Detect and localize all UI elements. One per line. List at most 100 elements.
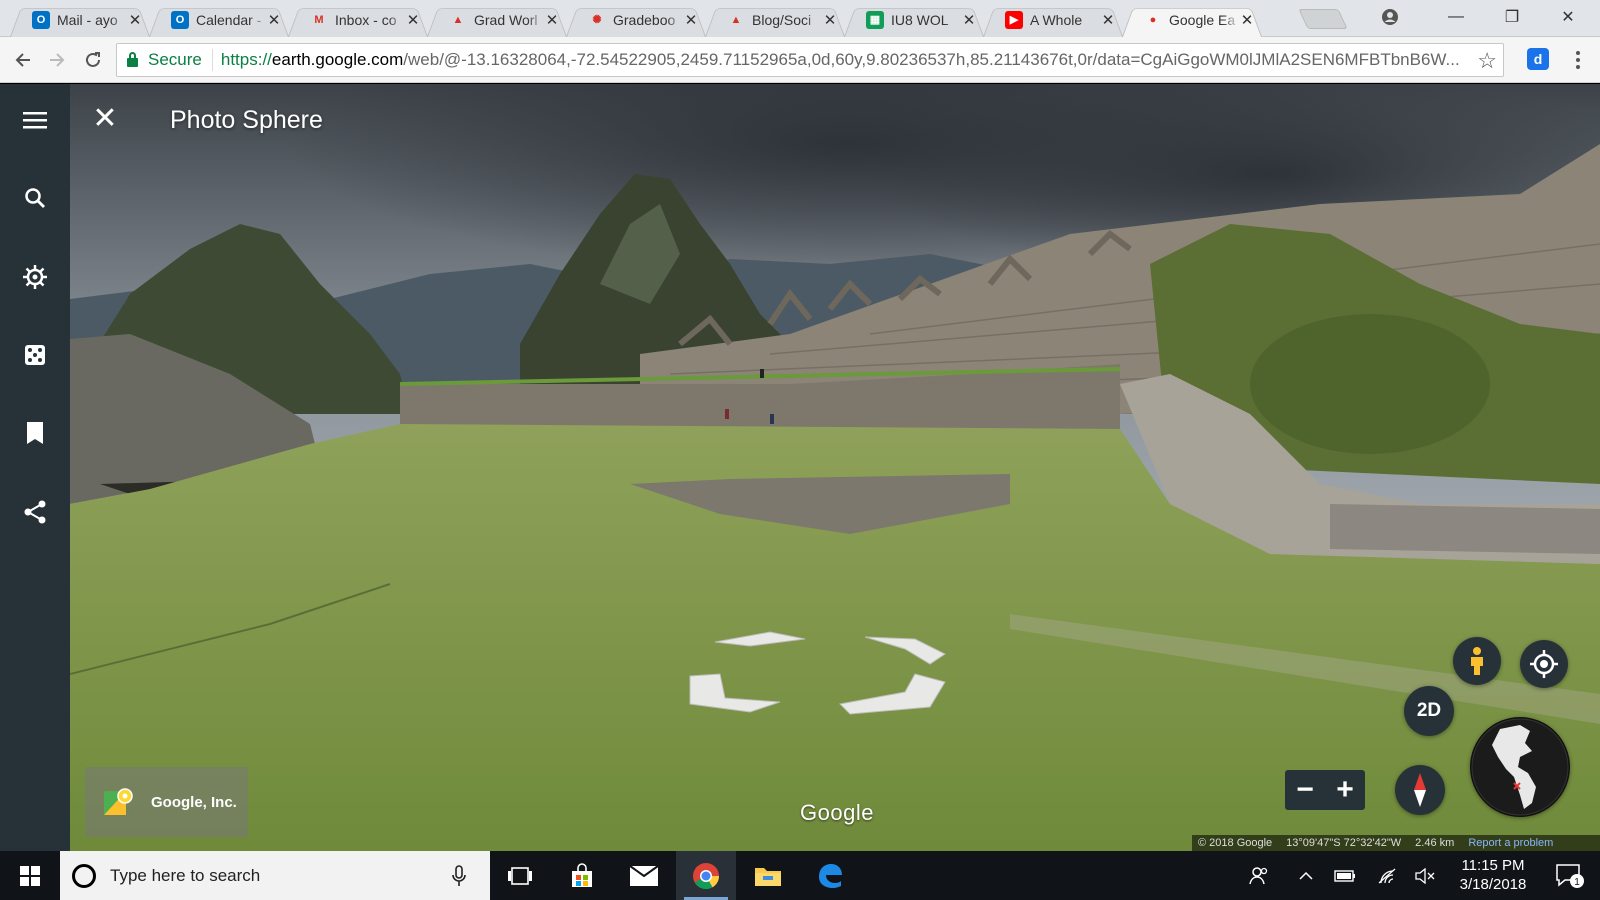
tab-favicon-icon: ▲ bbox=[452, 13, 464, 26]
tab-favicon-icon: ● bbox=[1149, 13, 1157, 26]
tab-title: Google Ea bbox=[1169, 11, 1236, 28]
close-window-button[interactable]: ✕ bbox=[1540, 0, 1596, 34]
wifi-icon[interactable] bbox=[1374, 851, 1400, 900]
earth-status-bar: © 2018 Google 13°09'47"S 72°32'42"W 2.46… bbox=[1192, 835, 1600, 851]
bookmark-star-icon[interactable]: ☆ bbox=[1477, 48, 1497, 74]
forward-button[interactable] bbox=[42, 45, 72, 75]
tab-close-icon[interactable]: ✕ bbox=[684, 11, 698, 29]
taskbar-search-box[interactable]: Type here to search bbox=[60, 851, 490, 900]
bookmark-icon[interactable] bbox=[17, 415, 53, 451]
feeling-lucky-dice-icon[interactable] bbox=[17, 337, 53, 373]
file-explorer-icon[interactable] bbox=[738, 851, 798, 900]
pegman-street-view-icon[interactable] bbox=[1453, 637, 1501, 685]
search-icon[interactable] bbox=[17, 180, 53, 216]
tab-close-icon[interactable]: ✕ bbox=[128, 11, 142, 29]
toggle-2d-button[interactable]: 2D bbox=[1404, 686, 1454, 736]
back-button[interactable] bbox=[8, 45, 38, 75]
earth-sidebar bbox=[0, 84, 70, 851]
close-photo-sphere-button[interactable]: ✕ bbox=[90, 104, 120, 134]
zoom-out-button[interactable]: − bbox=[1285, 770, 1325, 810]
tab-title: Calendar - bbox=[196, 11, 262, 28]
tab-favicon-icon: ▦ bbox=[866, 10, 884, 29]
my-location-icon[interactable] bbox=[1520, 640, 1568, 688]
copyright-text: © 2018 Google bbox=[1198, 837, 1273, 849]
compass-icon[interactable] bbox=[1395, 765, 1445, 815]
reload-button[interactable] bbox=[78, 45, 108, 75]
google-maps-contributor-icon bbox=[104, 788, 133, 815]
battery-icon[interactable] bbox=[1332, 851, 1358, 900]
url-text: https://earth.google.com/web/@-13.163280… bbox=[220, 50, 1460, 69]
browser-tab[interactable]: O Mail - ayo ✕ bbox=[10, 2, 150, 37]
tab-title: Inbox - co bbox=[335, 11, 397, 28]
photo-attribution[interactable]: Google, Inc. bbox=[85, 767, 248, 837]
browser-tab[interactable]: ✺ Gradeboo ✕ bbox=[566, 2, 706, 37]
attribution-text: Google, Inc. bbox=[151, 793, 237, 811]
people-icon[interactable] bbox=[1244, 851, 1274, 900]
tab-title: Blog/Soci bbox=[752, 11, 812, 28]
tab-favicon-icon: O bbox=[171, 10, 189, 29]
tab-close-icon[interactable]: ✕ bbox=[267, 11, 281, 29]
clock-date: 3/18/2018 bbox=[1459, 876, 1527, 893]
microphone-icon[interactable] bbox=[452, 865, 466, 887]
report-problem-link[interactable]: Report a problem bbox=[1468, 837, 1553, 849]
browser-tab[interactable]: M Inbox - co ✕ bbox=[288, 2, 428, 37]
tab-close-icon[interactable]: ✕ bbox=[1101, 11, 1115, 29]
microsoft-store-icon[interactable] bbox=[552, 851, 612, 900]
tab-close-icon[interactable]: ✕ bbox=[545, 11, 559, 29]
restore-window-button[interactable]: ❐ bbox=[1484, 0, 1540, 34]
windows-start-icon[interactable] bbox=[0, 851, 60, 900]
address-bar[interactable]: Secure https://earth.google.com/web/@-13… bbox=[116, 43, 1504, 77]
voyager-icon[interactable] bbox=[17, 259, 53, 295]
browser-tab[interactable]: ● Google Ea ✕ bbox=[1122, 2, 1262, 37]
tab-title: Mail - ayo bbox=[57, 11, 118, 28]
photo-sphere-scene[interactable] bbox=[70, 84, 1600, 851]
scale-text: 2.46 km bbox=[1415, 837, 1455, 849]
browser-tab[interactable]: ▲ Grad Worl ✕ bbox=[427, 2, 567, 37]
lock-icon bbox=[127, 51, 138, 67]
tab-title: A Whole bbox=[1030, 11, 1083, 28]
secure-indicator[interactable]: Secure bbox=[117, 49, 213, 71]
action-center-icon[interactable]: 1 bbox=[1550, 851, 1590, 900]
zoom-controls: − + bbox=[1285, 770, 1365, 810]
tab-close-icon[interactable]: ✕ bbox=[823, 11, 837, 29]
globe-minimap[interactable] bbox=[1470, 717, 1570, 817]
minimize-window-button[interactable]: — bbox=[1428, 0, 1484, 34]
tab-title: Gradeboo bbox=[613, 11, 676, 28]
taskbar-clock[interactable]: 11:15 PM 3/18/2018 bbox=[1443, 856, 1543, 894]
zoom-in-button[interactable]: + bbox=[1325, 770, 1365, 810]
show-hidden-icons-chevron-icon[interactable] bbox=[1294, 851, 1318, 900]
tab-close-icon[interactable]: ✕ bbox=[1240, 11, 1254, 29]
photo-sphere-title: Photo Sphere bbox=[170, 106, 323, 134]
search-placeholder: Type here to search bbox=[110, 865, 261, 885]
hamburger-menu-icon[interactable] bbox=[17, 102, 53, 138]
secure-label: Secure bbox=[148, 50, 202, 69]
cortana-icon bbox=[72, 863, 96, 888]
coordinates-text: 13°09'47"S 72°32'42"W bbox=[1286, 837, 1402, 849]
chrome-icon[interactable] bbox=[676, 851, 736, 900]
extension-icon[interactable]: d bbox=[1527, 48, 1549, 70]
tab-close-icon[interactable]: ✕ bbox=[406, 11, 420, 29]
task-view-icon[interactable] bbox=[490, 851, 550, 900]
browser-tab[interactable]: O Calendar - ✕ bbox=[149, 2, 289, 37]
google-earth-viewport: ✕ Photo Sphere Google, Inc. Google 2D − … bbox=[0, 84, 1600, 851]
volume-muted-icon[interactable] bbox=[1412, 851, 1438, 900]
tab-title: Grad Worl bbox=[474, 11, 538, 28]
tab-title: IU8 WOL bbox=[891, 11, 949, 28]
edge-icon[interactable] bbox=[800, 851, 860, 900]
windows-taskbar: Type here to search 11:15 PM 3/18/2018 1 bbox=[0, 851, 1600, 900]
new-tab-button[interactable] bbox=[1298, 9, 1348, 29]
browser-tab-strip: O Mail - ayo ✕ O Calendar - ✕ M Inbox - co ✕ ▲ Gra… bbox=[0, 0, 1600, 37]
browser-tab[interactable]: ▲ Blog/Soci ✕ bbox=[705, 2, 845, 37]
tab-favicon-icon: ✺ bbox=[592, 14, 602, 26]
browser-menu-icon[interactable] bbox=[1568, 46, 1588, 74]
tab-favicon-icon: ▲ bbox=[730, 13, 742, 26]
share-icon[interactable] bbox=[17, 494, 53, 530]
tab-close-icon[interactable]: ✕ bbox=[962, 11, 976, 29]
notification-count: 1 bbox=[1574, 877, 1580, 888]
profile-icon[interactable] bbox=[1362, 0, 1418, 34]
browser-tab[interactable]: ▦ IU8 WOL ✕ bbox=[844, 2, 984, 37]
mail-icon[interactable] bbox=[614, 851, 674, 900]
browser-tab[interactable]: ▶ A Whole ✕ bbox=[983, 2, 1123, 37]
browser-toolbar: Secure https://earth.google.com/web/@-13… bbox=[0, 37, 1600, 83]
clock-time: 11:15 PM bbox=[1461, 857, 1525, 874]
